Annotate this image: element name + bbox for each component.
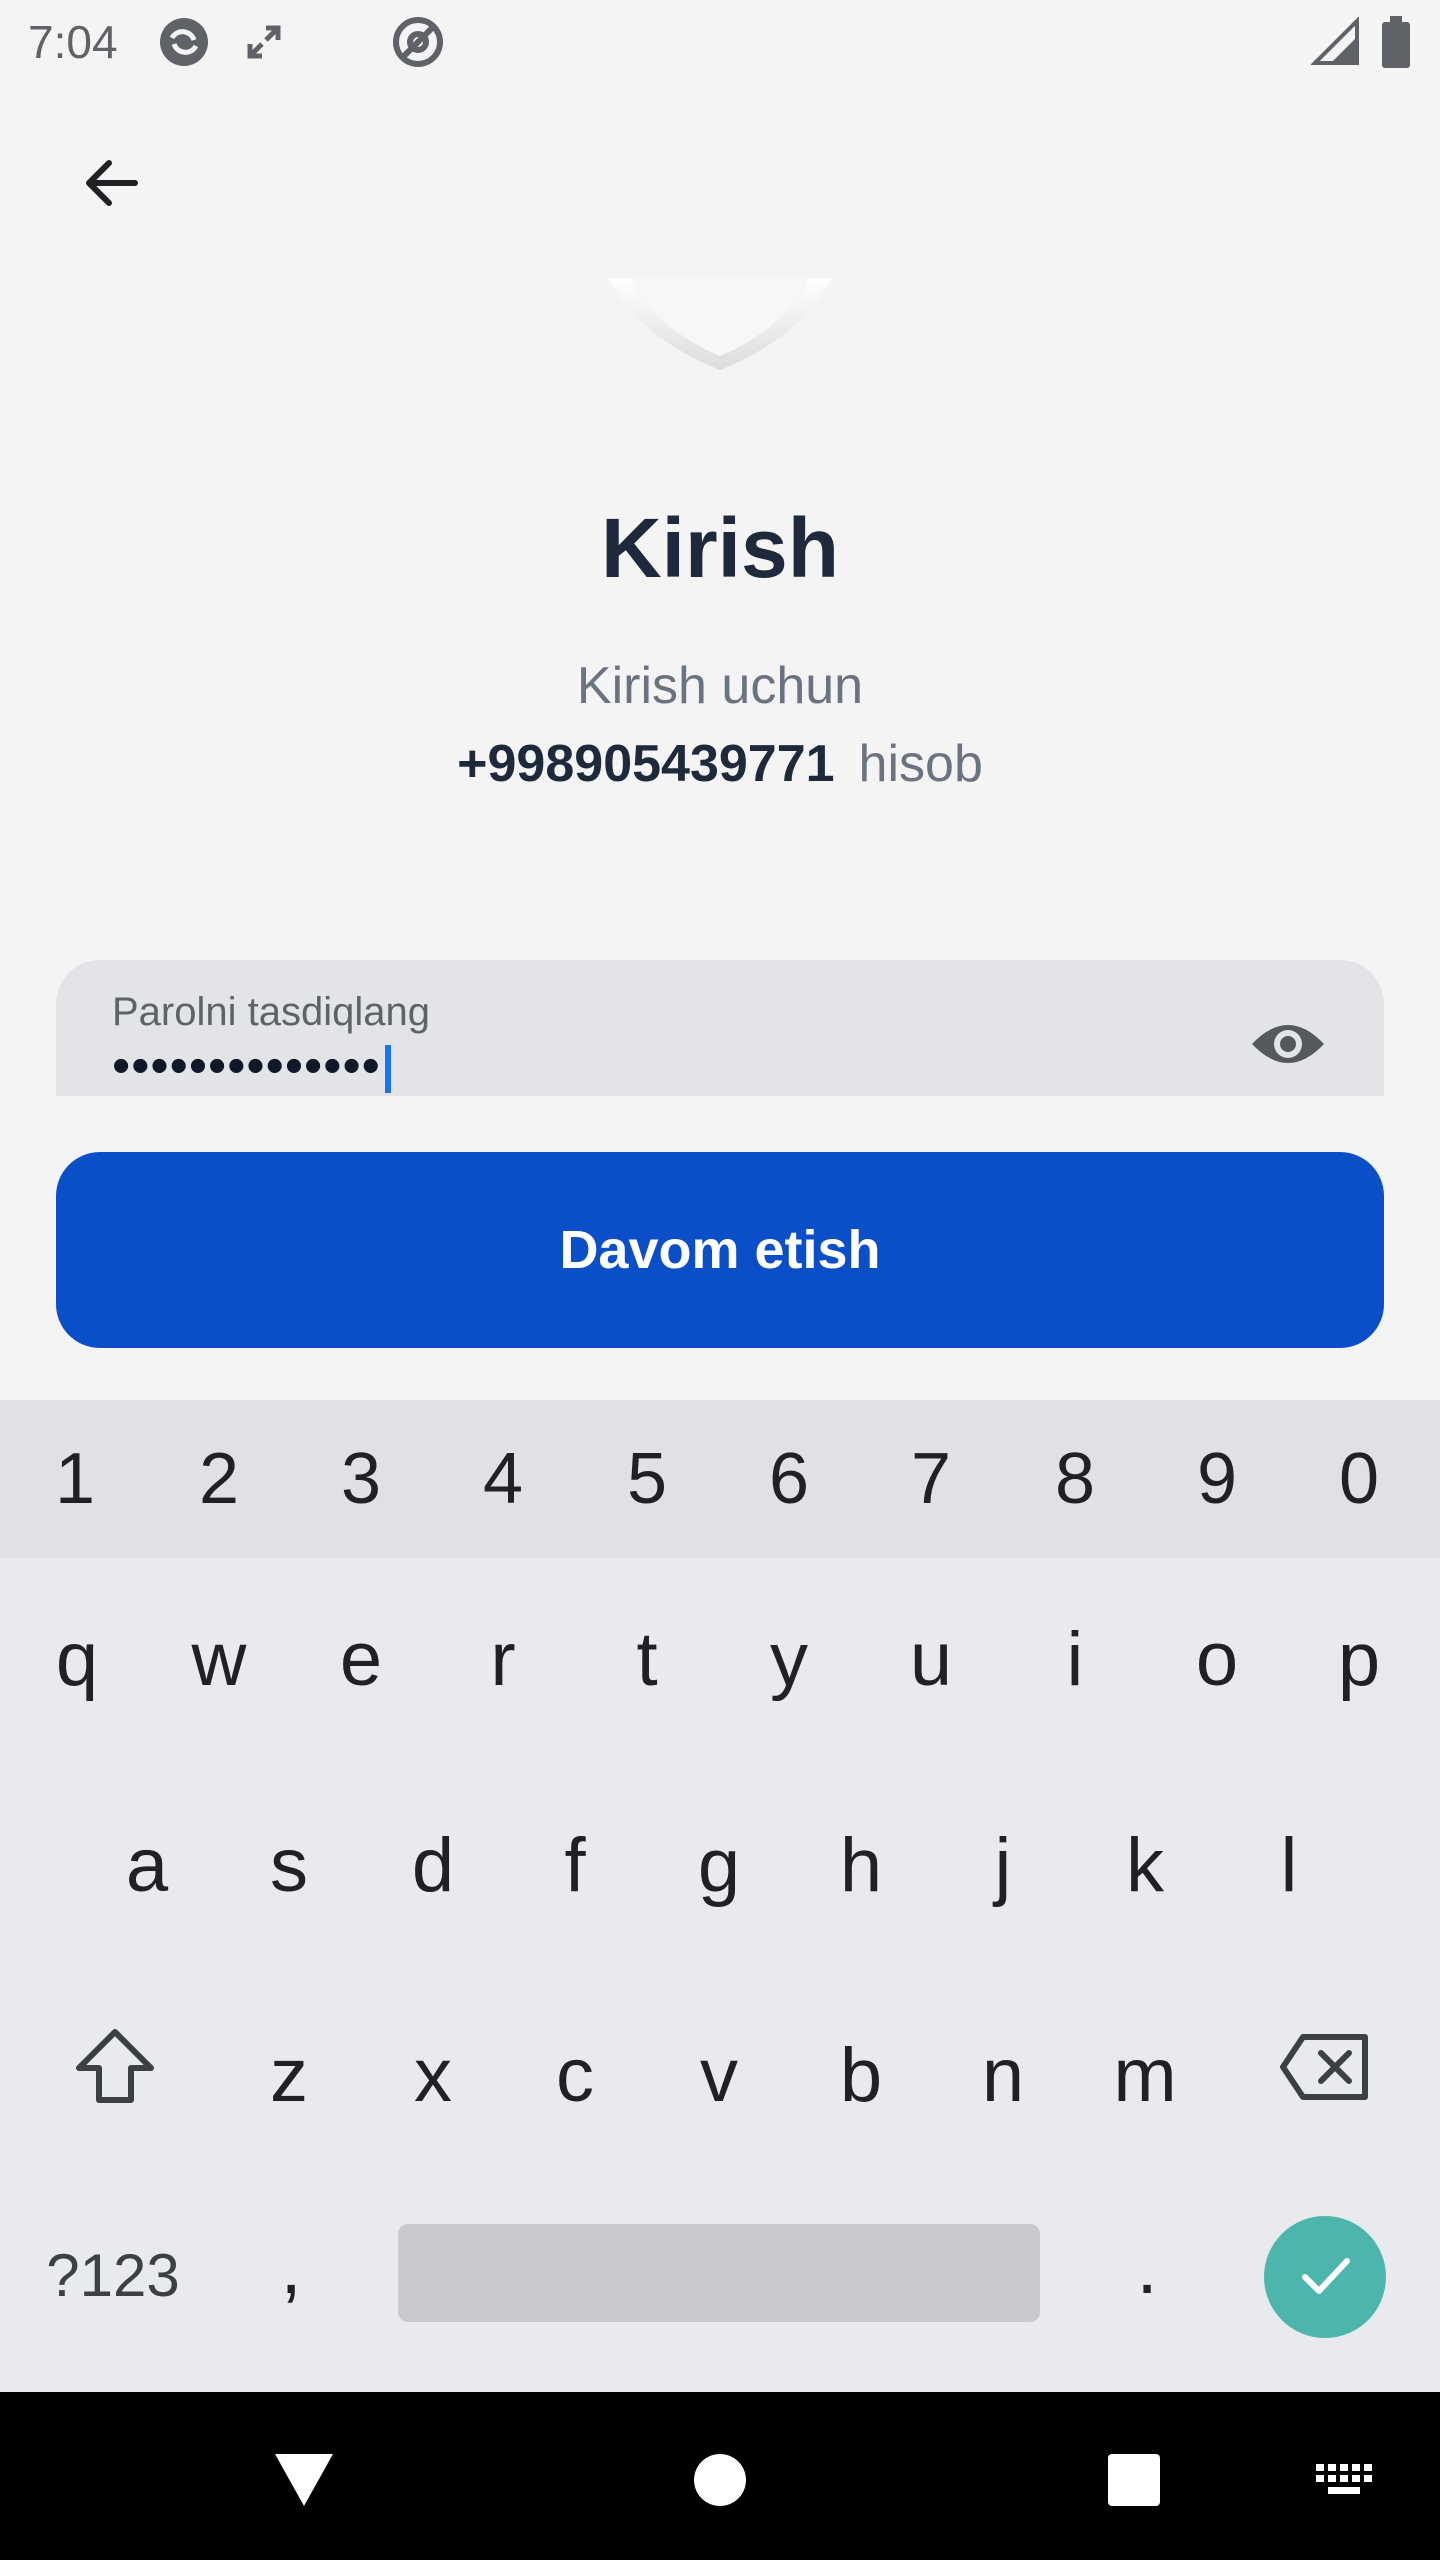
key-j[interactable]: j — [932, 1790, 1074, 1940]
key-4[interactable]: 4 — [432, 1400, 574, 1558]
sync-icon — [156, 14, 212, 70]
key-n[interactable]: n — [932, 2000, 1074, 2150]
key-w[interactable]: w — [148, 1584, 290, 1734]
shield-icon — [600, 278, 840, 378]
key-u[interactable]: u — [860, 1584, 1002, 1734]
key-v[interactable]: v — [648, 2000, 790, 2150]
keyboard: 1 2 3 4 5 6 7 8 9 0 q w e r t y u i o p … — [0, 1400, 1440, 2392]
account-word: hisob — [858, 735, 983, 793]
key-k[interactable]: k — [1074, 1790, 1216, 1940]
continue-button[interactable]: Davom etish — [56, 1152, 1384, 1348]
key-z[interactable]: z — [218, 2000, 360, 2150]
show-password-button[interactable] — [1228, 996, 1348, 1096]
key-7[interactable]: 7 — [860, 1400, 1002, 1558]
keyboard-icon — [1314, 2460, 1374, 2505]
key-8[interactable]: 8 — [1004, 1400, 1146, 1558]
phone-line: +998905439771 hisob — [0, 734, 1440, 794]
password-field[interactable]: Parolni tasdiqlang •••••••••••••• — [56, 960, 1384, 1096]
navigation-bar — [0, 2392, 1440, 2560]
key-0[interactable]: 0 — [1288, 1400, 1430, 1558]
key-m[interactable]: m — [1074, 2000, 1216, 2150]
key-y[interactable]: y — [718, 1584, 860, 1734]
checkmark-icon — [1295, 2245, 1355, 2310]
status-bar: 7:04 — [0, 0, 1440, 84]
key-g[interactable]: g — [648, 1790, 790, 1940]
shift-key[interactable] — [44, 2000, 186, 2150]
key-t[interactable]: t — [576, 1584, 718, 1734]
key-6[interactable]: 6 — [718, 1400, 860, 1558]
recents-square-icon — [1106, 2452, 1162, 2513]
eye-icon — [1248, 1018, 1328, 1075]
shift-icon — [75, 2028, 155, 2122]
key-2[interactable]: 2 — [148, 1400, 290, 1558]
back-triangle-icon — [273, 2452, 335, 2513]
backspace-key[interactable] — [1254, 2000, 1396, 2150]
text-caret — [384, 1045, 391, 1094]
nav-recents-button[interactable] — [1084, 2432, 1184, 2532]
key-e[interactable]: e — [290, 1584, 432, 1734]
enter-key[interactable] — [1264, 2216, 1386, 2338]
password-label: Parolni tasdiqlang — [112, 990, 430, 1034]
at-icon — [390, 14, 446, 70]
key-s[interactable]: s — [218, 1790, 360, 1940]
comma-key[interactable]: , — [220, 2192, 362, 2342]
period-key[interactable]: . — [1076, 2192, 1218, 2342]
key-a[interactable]: a — [76, 1790, 218, 1940]
key-1[interactable]: 1 — [4, 1400, 146, 1558]
subtitle: Kirish uchun — [576, 657, 864, 715]
phone-number: +998905439771 — [457, 735, 835, 793]
password-dots: •••••••••••••• — [112, 1037, 381, 1095]
nav-home-button[interactable] — [670, 2432, 770, 2532]
password-value[interactable]: •••••••••••••• — [112, 1040, 391, 1094]
key-p[interactable]: p — [1288, 1584, 1430, 1734]
key-h[interactable]: h — [790, 1790, 932, 1940]
backspace-icon — [1279, 2032, 1371, 2119]
key-9[interactable]: 9 — [1146, 1400, 1288, 1558]
key-l[interactable]: l — [1218, 1790, 1360, 1940]
key-d[interactable]: d — [362, 1790, 504, 1940]
key-3[interactable]: 3 — [290, 1400, 432, 1558]
number-row: 1 2 3 4 5 6 7 8 9 0 — [0, 1400, 1440, 1558]
back-button[interactable] — [56, 130, 166, 240]
space-bar[interactable] — [398, 2224, 1040, 2322]
key-f[interactable]: f — [504, 1790, 646, 1940]
expand-icon — [236, 14, 292, 70]
page-title: Kirish — [600, 501, 840, 595]
key-b[interactable]: b — [790, 2000, 932, 2150]
keyboard-switch-button[interactable] — [1294, 2432, 1394, 2532]
arrow-left-icon — [79, 151, 143, 220]
key-x[interactable]: x — [362, 2000, 504, 2150]
key-5[interactable]: 5 — [576, 1400, 718, 1558]
key-o[interactable]: o — [1146, 1584, 1288, 1734]
key-q[interactable]: q — [6, 1584, 148, 1734]
key-i[interactable]: i — [1004, 1584, 1146, 1734]
battery-icon — [1368, 14, 1424, 70]
home-circle-icon — [692, 2452, 748, 2513]
signal-icon — [1308, 14, 1364, 70]
nav-back-button[interactable] — [254, 2432, 354, 2532]
key-c[interactable]: c — [504, 2000, 646, 2150]
status-time: 7:04 — [28, 16, 118, 68]
key-r[interactable]: r — [432, 1584, 574, 1734]
symbols-key[interactable]: ?123 — [22, 2200, 204, 2350]
